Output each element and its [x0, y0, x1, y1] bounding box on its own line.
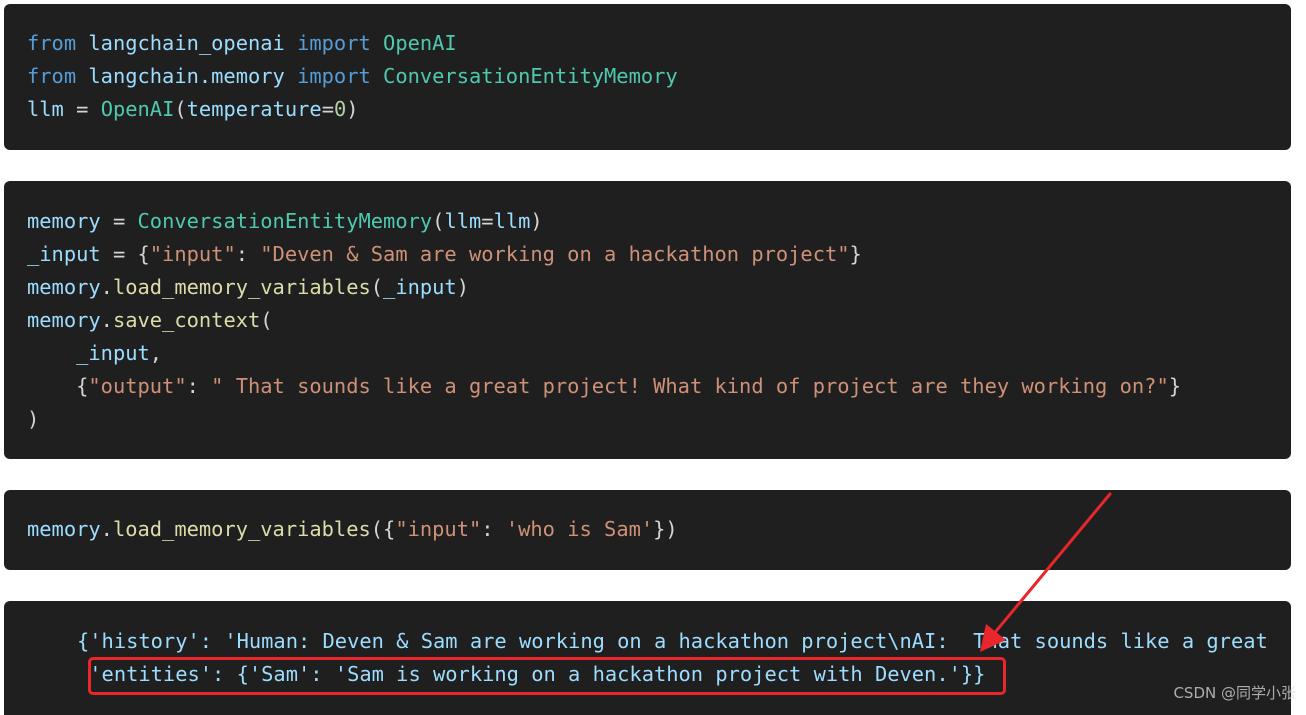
code-token: ( — [260, 308, 273, 332]
code-token: ( — [370, 275, 384, 299]
code-line: memory.load_memory_variables(_input) — [27, 275, 469, 299]
code-token: ConversationEntityMemory — [370, 64, 678, 88]
notebook-page: from langchain_openai import OpenAI from… — [0, 0, 1306, 715]
code-token: ConversationEntityMemory — [137, 209, 433, 233]
code-token: memory — [27, 308, 101, 332]
code-line: memory.load_memory_variables({"input": '… — [27, 517, 678, 541]
code-token: llm — [444, 209, 482, 233]
code-token: ) — [346, 97, 359, 121]
code-token: memory — [27, 209, 101, 233]
code-cell-load-memory[interactable]: memory.load_memory_variables({"input": '… — [4, 490, 1291, 570]
output-cell: {'history': 'Human: Deven & Sam are work… — [4, 601, 1291, 715]
code-token: : — [481, 517, 506, 541]
code-token: temperature — [186, 97, 322, 121]
code-token: _input — [76, 341, 150, 365]
code-token: OpenAI — [100, 97, 175, 121]
code-token: ( — [432, 209, 445, 233]
code-line: ) — [27, 407, 39, 431]
code-token: llm — [493, 209, 531, 233]
code-token: = — [481, 209, 494, 233]
code-cell-memory-setup[interactable]: memory = ConversationEntityMemory(llm=ll… — [4, 181, 1291, 459]
code-line: _input, — [27, 341, 162, 365]
code-line: {'history': 'Human: Deven & Sam are work… — [77, 629, 1268, 653]
code-token: : — [186, 374, 212, 398]
code-line: {"output": " That sounds like a great pr… — [27, 374, 1181, 398]
code-line: memory.save_context( — [27, 308, 273, 332]
code-token: "input" — [395, 517, 482, 541]
code-token: langchain.memory — [76, 64, 298, 88]
code-token: memory — [27, 275, 101, 299]
code-token: from — [27, 64, 77, 88]
code-token: = { — [100, 242, 150, 266]
code-block: from langchain_openai import OpenAI from… — [27, 27, 678, 126]
code-token: load_memory_variables — [112, 517, 371, 541]
code-token: ( — [174, 97, 187, 121]
code-line: 'entities': {'Sam': 'Sam is working on a… — [77, 662, 985, 686]
code-token: ) — [530, 209, 543, 233]
code-token: memory — [27, 517, 101, 541]
code-line: from langchain.memory import Conversatio… — [27, 64, 678, 88]
code-token: langchain_openai — [76, 31, 298, 55]
code-token: from — [27, 31, 77, 55]
code-cell-imports[interactable]: from langchain_openai import OpenAI from… — [4, 4, 1291, 150]
code-token: _input — [27, 242, 101, 266]
code-token: "input" — [149, 242, 236, 266]
code-token: } — [1168, 374, 1181, 398]
code-line: from langchain_openai import OpenAI — [27, 31, 457, 55]
code-token: = — [63, 97, 101, 121]
code-token: _input — [383, 275, 457, 299]
code-block: memory = ConversationEntityMemory(llm=ll… — [27, 205, 1181, 436]
code-token: import — [297, 31, 371, 55]
code-token: save_context — [112, 308, 261, 332]
code-token: {'history': 'Human: Deven & Sam are work… — [77, 629, 1268, 653]
code-token: OpenAI — [370, 31, 457, 55]
code-token: , — [149, 341, 163, 365]
code-token: = — [100, 209, 138, 233]
code-token: 0 — [333, 97, 347, 121]
code-token: ({ — [370, 517, 396, 541]
code-line: _input = {"input": "Deven & Sam are work… — [27, 242, 862, 266]
code-token: 'who is Sam' — [505, 517, 654, 541]
code-token: . — [100, 275, 113, 299]
code-token: ) — [456, 275, 469, 299]
code-token: { — [27, 374, 89, 398]
code-token: "Deven & Sam are working on a hackathon … — [260, 242, 850, 266]
output-text: {'history': 'Human: Deven & Sam are work… — [77, 625, 1268, 691]
code-token: . — [100, 517, 113, 541]
code-token: : — [235, 242, 261, 266]
code-token: "output" — [88, 374, 187, 398]
code-token: = — [321, 97, 334, 121]
code-token: import — [297, 64, 371, 88]
code-block: memory.load_memory_variables({"input": '… — [27, 513, 678, 546]
code-token: llm — [27, 97, 64, 121]
code-line: llm = OpenAI(temperature=0) — [27, 97, 359, 121]
code-token: }) — [653, 517, 678, 541]
code-line: memory = ConversationEntityMemory(llm=ll… — [27, 209, 543, 233]
watermark: CSDN @同学小张 — [1173, 684, 1296, 702]
code-token: } — [849, 242, 862, 266]
code-token: ) — [27, 407, 40, 431]
code-token: . — [100, 308, 113, 332]
code-token: load_memory_variables — [112, 275, 371, 299]
code-token: " That sounds like a great project! What… — [211, 374, 1169, 398]
code-token: 'entities': {'Sam': 'Sam is working on a… — [77, 662, 986, 686]
